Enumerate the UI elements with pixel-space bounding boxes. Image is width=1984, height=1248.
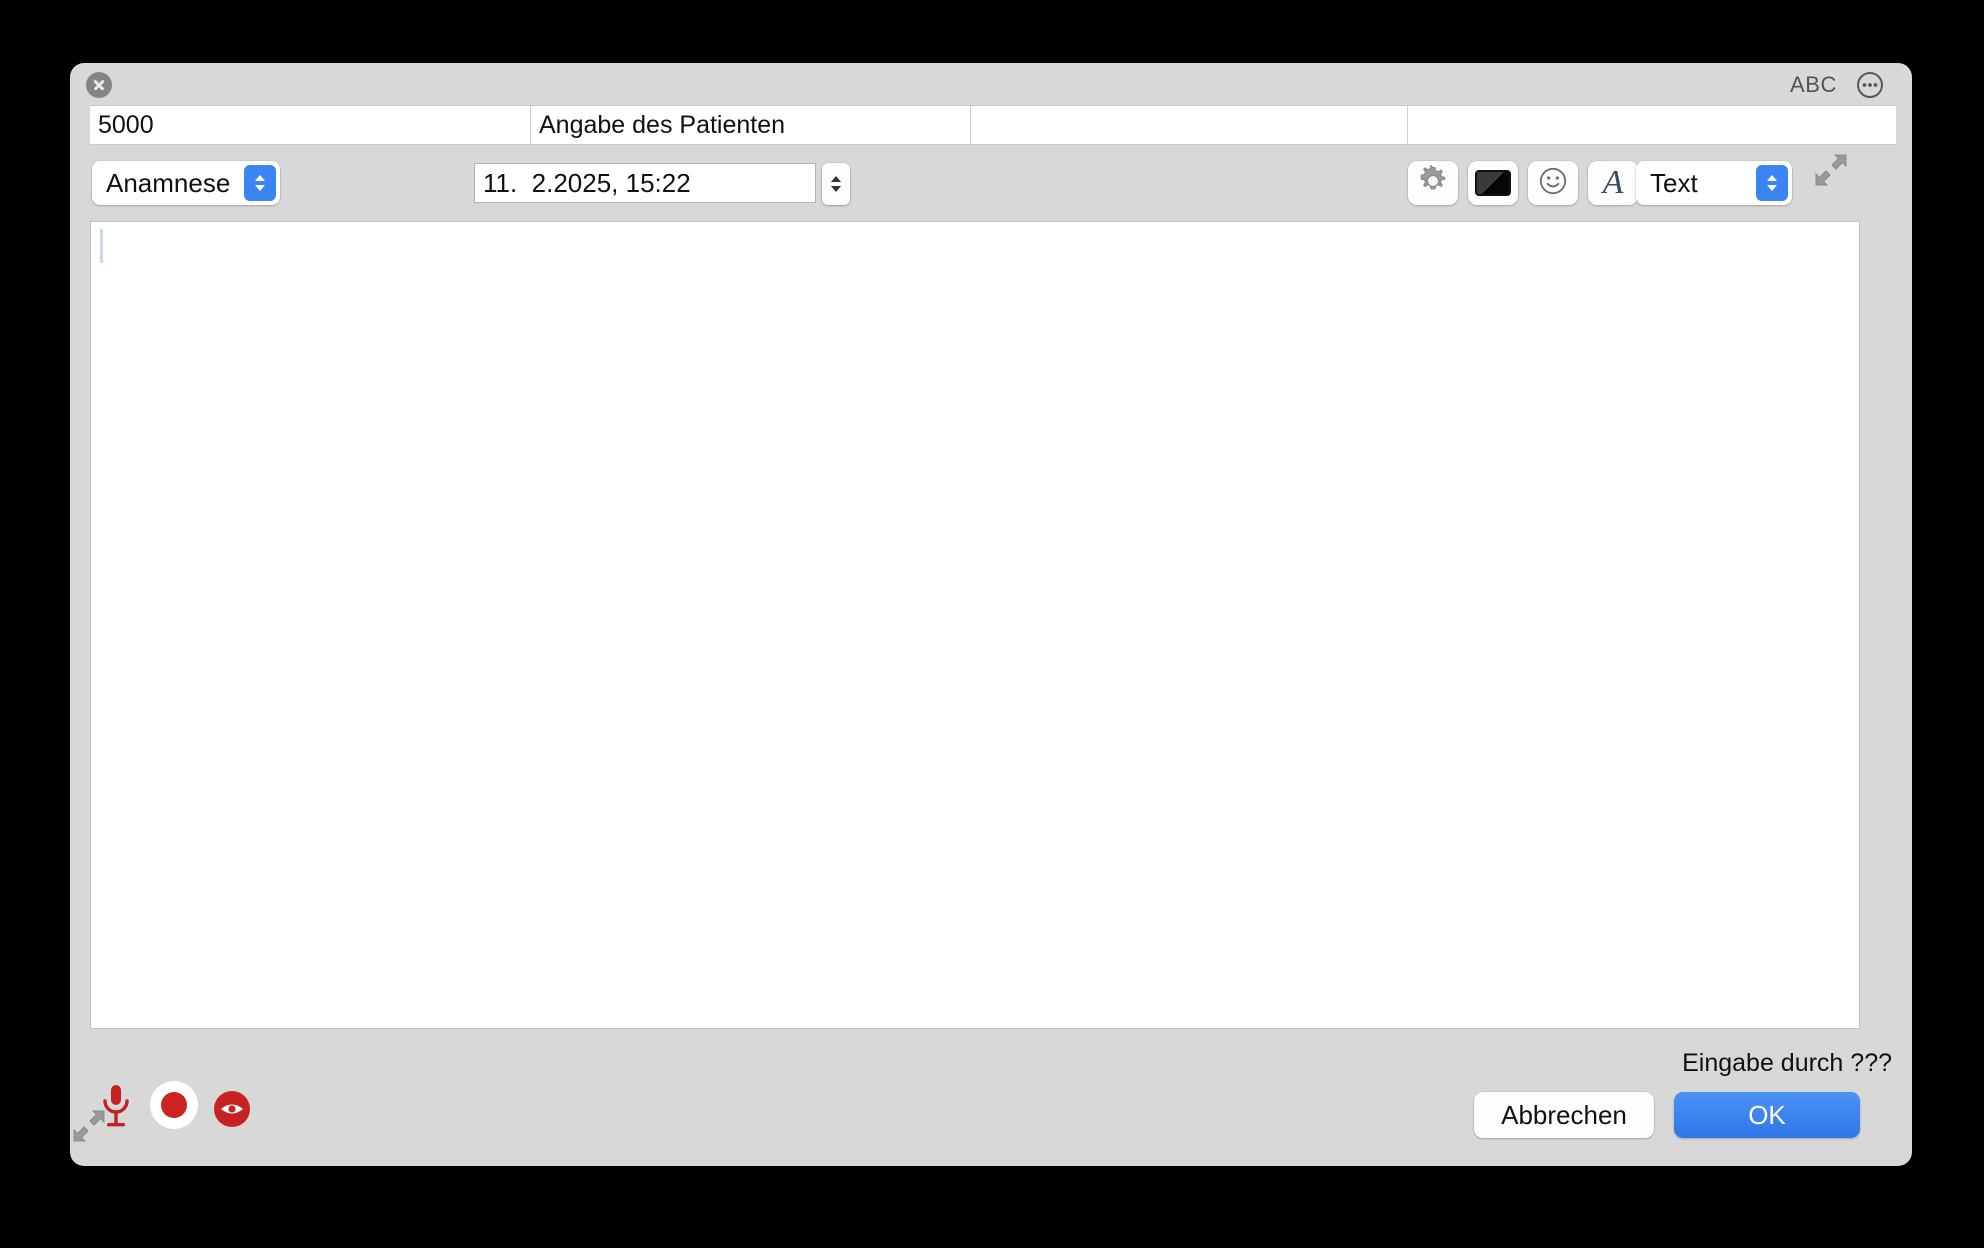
header-field-row: 5000 Angabe des Patienten xyxy=(90,105,1896,145)
style-dropdown-label: Text xyxy=(1650,167,1698,198)
eye-icon xyxy=(214,1091,250,1127)
date-time-input[interactable]: 11. 2.2025, 15:22 xyxy=(474,163,816,203)
preview-button[interactable] xyxy=(214,1091,250,1127)
ok-button[interactable]: OK xyxy=(1674,1092,1860,1138)
smiley-icon xyxy=(1538,166,1568,201)
editor-toolbar: Anamnese 11. 2.2025, 15:22 A Text xyxy=(70,149,1912,217)
resize-grip-icon[interactable] xyxy=(72,1109,106,1143)
color-button[interactable] xyxy=(1468,161,1518,205)
spellcheck-label[interactable]: ABC xyxy=(1790,72,1837,98)
font-button[interactable]: A xyxy=(1588,161,1638,205)
entry-dialog-window: ABC 5000 Angabe des Patienten Anamnese 1… xyxy=(70,63,1912,1166)
desktop-background: ABC 5000 Angabe des Patienten Anamnese 1… xyxy=(0,0,1984,1248)
emoji-button[interactable] xyxy=(1528,161,1578,205)
description-field[interactable]: Angabe des Patienten xyxy=(530,106,970,144)
date-stepper[interactable] xyxy=(822,163,850,205)
record-icon xyxy=(150,1081,198,1129)
close-icon[interactable] xyxy=(86,72,112,98)
font-a-icon: A xyxy=(1602,164,1624,201)
more-options-icon[interactable] xyxy=(1856,71,1884,99)
record-button[interactable] xyxy=(150,1081,198,1129)
code-field[interactable]: 5000 xyxy=(90,106,530,144)
color-swatch-icon xyxy=(1475,170,1511,196)
settings-button[interactable] xyxy=(1408,161,1458,205)
style-dropdown[interactable]: Text xyxy=(1636,161,1792,205)
dialog-titlebar: ABC xyxy=(70,63,1912,105)
category-dropdown-label: Anamnese xyxy=(106,167,231,198)
category-dropdown[interactable]: Anamnese xyxy=(92,161,280,205)
status-label: Eingabe durch ??? xyxy=(1682,1049,1892,1077)
extra-field-1[interactable] xyxy=(970,106,1407,144)
text-caret xyxy=(100,229,103,263)
expand-arrows-icon[interactable] xyxy=(1814,153,1848,187)
chevron-up-down-icon xyxy=(244,165,276,201)
extra-field-2[interactable] xyxy=(1407,106,1896,144)
text-editor[interactable] xyxy=(90,221,1860,1029)
chevron-up-down-icon xyxy=(1756,165,1788,201)
gear-icon xyxy=(1417,164,1449,202)
cancel-button[interactable]: Abbrechen xyxy=(1474,1092,1654,1138)
